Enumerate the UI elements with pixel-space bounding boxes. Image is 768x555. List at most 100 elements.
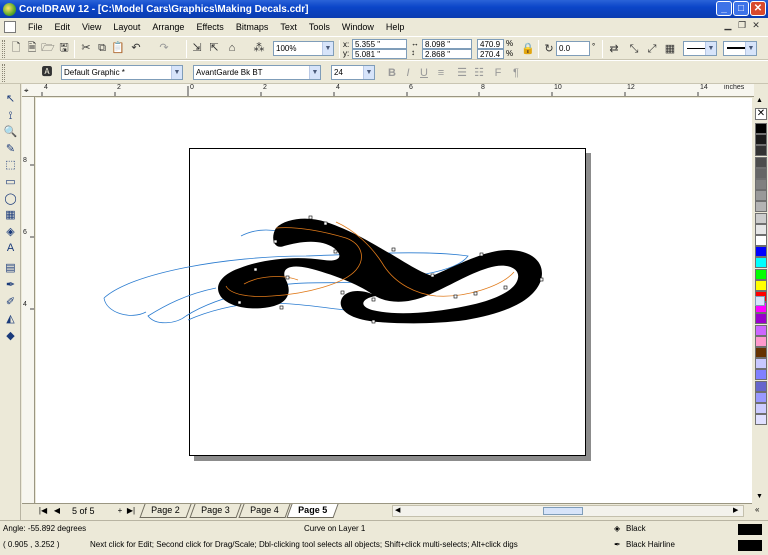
doc-minimize-icon[interactable]: ▁ [722, 20, 734, 32]
menu-edit[interactable]: Edit [49, 22, 77, 32]
menu-effects[interactable]: Effects [190, 22, 229, 32]
format-text-icon[interactable]: F [491, 66, 505, 80]
basic-shapes-tool-icon[interactable]: ◈ [3, 225, 18, 240]
width-field[interactable]: 8.098 " [422, 39, 472, 49]
menu-help[interactable]: Help [380, 22, 411, 32]
y-position-field[interactable]: 5.081 " [352, 49, 407, 59]
redo-icon[interactable]: ↷ [157, 41, 171, 55]
last-page-icon[interactable]: ▶| [126, 506, 136, 516]
palette-swatch[interactable] [755, 167, 767, 179]
palette-scroll-down-icon[interactable]: ▼ [756, 493, 763, 500]
palette-expand-icon[interactable]: « [755, 505, 759, 514]
smart-fill-tool-icon[interactable]: ⬚ [3, 158, 18, 173]
palette-swatch[interactable] [755, 414, 767, 426]
mirror-horizontal-icon[interactable]: ⇄ [607, 42, 621, 56]
tab-page-4[interactable]: Page 4 [238, 504, 291, 518]
lock-ratio-icon[interactable]: 🔒 [521, 42, 535, 56]
import-icon[interactable]: ⇲ [190, 41, 204, 55]
palette-swatch[interactable] [755, 123, 767, 134]
first-page-icon[interactable]: |◀ [38, 506, 48, 516]
palette-swatch[interactable] [755, 145, 767, 157]
minimize-button[interactable]: _ [716, 1, 732, 16]
previous-page-icon[interactable]: ◀ [52, 506, 62, 516]
palette-swatch[interactable] [755, 324, 767, 336]
palette-swatch[interactable] [755, 156, 767, 168]
palette-swatch[interactable] [755, 347, 767, 358]
palette-swatch[interactable] [755, 212, 767, 224]
convert-icon[interactable]: ⤢ [645, 42, 659, 56]
palette-swatch[interactable] [755, 235, 767, 246]
copy-icon[interactable]: ⧉ [95, 41, 109, 55]
eyedropper-tool-icon[interactable]: ✒ [3, 278, 18, 293]
document-icon[interactable] [4, 21, 16, 33]
palette-swatch[interactable] [755, 246, 767, 258]
tab-page-2[interactable]: Page 2 [139, 504, 192, 518]
outline-color-swatch[interactable] [738, 540, 762, 551]
chevron-down-icon[interactable]: ▼ [322, 42, 333, 55]
undo-icon[interactable]: ↶ [129, 41, 143, 55]
vertical-ruler[interactable]: 8 6 4 inches [22, 97, 35, 503]
height-field[interactable]: 2.868 " [422, 49, 472, 59]
drawing-canvas[interactable] [36, 98, 752, 503]
save-icon[interactable]: 🖫 [57, 41, 71, 55]
node-edit-icon[interactable]: ⤡ [627, 42, 641, 56]
open-icon[interactable]: 🗁 [41, 41, 55, 55]
interactive-fill-tool-icon[interactable]: ◆ [3, 329, 18, 344]
chevron-down-icon[interactable]: ▼ [363, 66, 374, 79]
zoom-level-select[interactable]: 100% ▼ [273, 41, 334, 56]
export-icon[interactable]: ⇱ [207, 41, 221, 55]
graphic-style-select[interactable]: Default Graphic * ▼ [61, 65, 183, 80]
fill-color-swatch[interactable] [738, 524, 762, 535]
properties-icon[interactable]: ▦ [663, 42, 677, 56]
chevron-down-icon[interactable]: ▼ [171, 66, 182, 79]
rotation-field[interactable]: 0.0 [556, 41, 590, 56]
rotate-icon[interactable]: ↻ [542, 42, 556, 56]
shape-tool-icon[interactable]: ⟟ [3, 109, 18, 124]
palette-swatch[interactable] [755, 335, 767, 347]
palette-swatch[interactable] [755, 391, 767, 403]
font-select[interactable]: AvantGarde Bk BT ▼ [193, 65, 321, 80]
menu-view[interactable]: View [76, 22, 107, 32]
styles-icon[interactable]: 🅰 [40, 65, 54, 79]
palette-swatch[interactable] [755, 257, 767, 269]
menu-window[interactable]: Window [336, 22, 380, 32]
application-launcher-icon[interactable]: ⌂ [225, 41, 239, 55]
scroll-thumb[interactable] [543, 507, 583, 515]
palette-scroll-up-icon[interactable]: ▲ [756, 97, 763, 104]
palette-swatch[interactable] [755, 134, 767, 146]
cut-icon[interactable]: ✂ [79, 41, 93, 55]
menu-bitmaps[interactable]: Bitmaps [230, 22, 275, 32]
no-color-swatch[interactable]: ✕ [755, 108, 767, 120]
x-position-field[interactable]: 5.355 " [352, 39, 407, 49]
maximize-button[interactable]: □ [733, 1, 749, 16]
bullet-icon[interactable]: ☰ [455, 66, 469, 80]
palette-swatch[interactable] [755, 268, 767, 280]
scale-x-field[interactable]: 470.9 [477, 39, 504, 49]
palette-swatch[interactable] [755, 190, 767, 202]
palette-swatch[interactable] [755, 179, 767, 190]
doc-close-icon[interactable]: ✕ [750, 20, 762, 32]
text-tool-icon[interactable]: A [3, 241, 18, 256]
chevron-down-icon[interactable]: ▼ [705, 42, 716, 55]
palette-swatch[interactable] [755, 403, 767, 414]
align-icon[interactable]: ≡ [434, 66, 448, 80]
drop-cap-icon[interactable]: ☷ [472, 66, 486, 80]
new-from-template-icon[interactable]: 🗎 [25, 41, 39, 55]
rectangle-tool-icon[interactable]: ▭ [3, 175, 18, 190]
outline-width-select[interactable]: ▼ [683, 41, 717, 56]
new-document-icon[interactable]: 🗋 [9, 41, 23, 55]
corel-online-icon[interactable]: ⁂ [252, 41, 266, 55]
toolbar-grip[interactable] [2, 64, 5, 82]
menu-tools[interactable]: Tools [303, 22, 336, 32]
interactive-blend-tool-icon[interactable]: ▤ [3, 261, 18, 276]
horizontal-scrollbar[interactable]: ◀ ▶ [392, 505, 744, 517]
menu-text[interactable]: Text [274, 22, 303, 32]
fill-tool-icon[interactable]: ◭ [3, 312, 18, 327]
chevron-down-icon[interactable]: ▼ [745, 42, 756, 55]
palette-swatch[interactable] [755, 201, 767, 213]
add-page-icon[interactable]: + [115, 506, 125, 516]
bold-icon[interactable]: B [385, 66, 399, 80]
line-style-select[interactable]: ▼ [723, 41, 757, 56]
palette-scroll-thumb[interactable] [755, 296, 765, 306]
palette-swatch[interactable] [755, 380, 767, 392]
